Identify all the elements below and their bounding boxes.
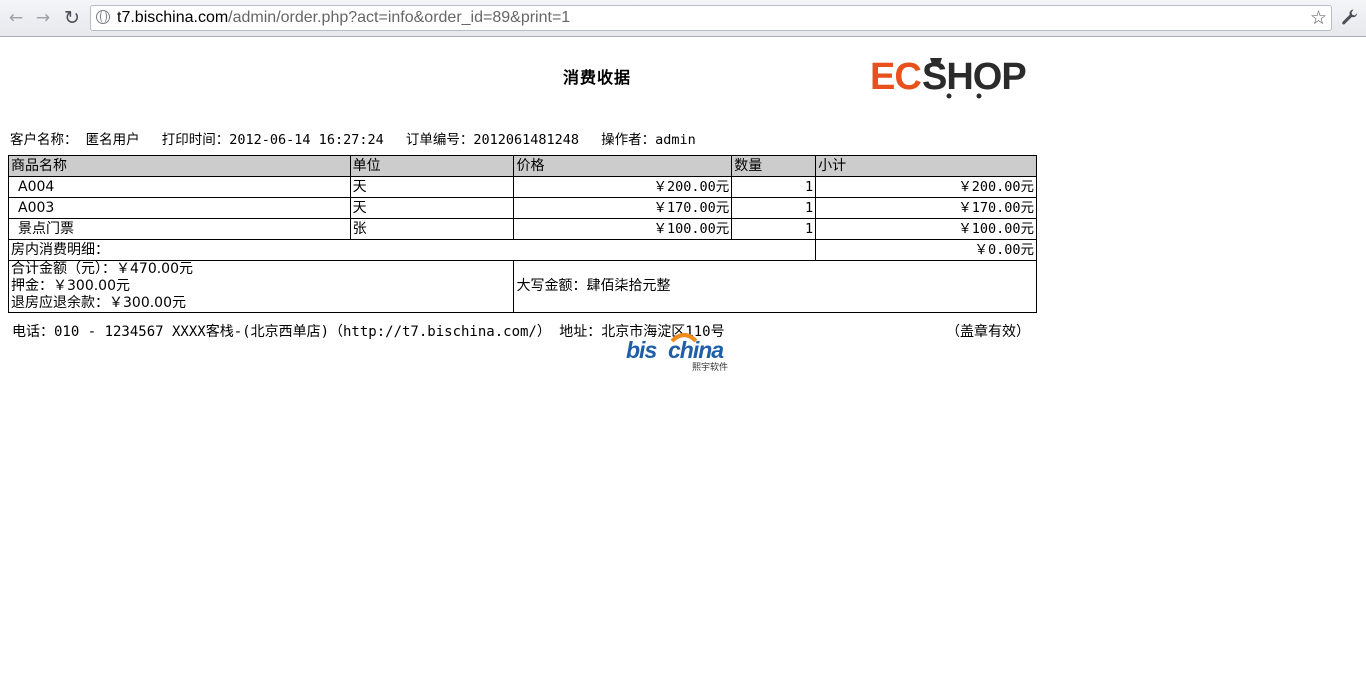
item-name: A004 <box>8 176 351 198</box>
print-time-field: 打印时间：2012-06-14 16:27:24 <box>162 132 384 148</box>
globe-icon <box>96 10 110 24</box>
room-detail-row: 房内消费明细： ￥0.00元 <box>7 239 1037 261</box>
print-time-label: 打印时间： <box>161 132 230 148</box>
order-info-line: 客户名称： 匿名用户 打印时间：2012-06-14 16:27:24 订单编号… <box>10 128 710 148</box>
customer-label: 客户名称： <box>10 132 78 148</box>
bischina-logo: bis china 熙宇软件 <box>626 333 728 371</box>
bookmark-star-icon[interactable]: ☆ <box>1310 7 1327 29</box>
wrench-menu-icon[interactable] <box>1340 8 1360 28</box>
svg-text:bis: bis <box>626 337 656 363</box>
capital-amount: 大写金额：肆佰柒拾元整 <box>513 260 1037 313</box>
address-bar[interactable]: t7.bischina.com/admin/order.php?act=info… <box>90 5 1332 31</box>
operator-label: 操作者： <box>601 132 656 148</box>
bischina-logo-subtitle: 熙宇软件 <box>692 361 728 371</box>
item-price: ￥100.00元 <box>513 218 733 240</box>
item-subtotal: ￥170.00元 <box>815 197 1037 219</box>
col-header-subtotal: 小计 <box>815 155 1037 177</box>
receipt-table: 商品名称 单位 价格 数量 小计 A004 天 ￥200.00元 1 ￥200.… <box>7 155 1037 313</box>
item-price: ￥200.00元 <box>513 176 733 198</box>
col-header-name: 商品名称 <box>8 155 351 177</box>
wrench-icon <box>1342 9 1358 25</box>
col-header-qty: 数量 <box>731 155 817 177</box>
forward-arrow-icon[interactable]: → <box>32 8 54 28</box>
operator-field: 操作者：admin <box>601 132 696 148</box>
table-row: A003 天 ￥170.00元 1 ￥170.00元 <box>8 197 1037 219</box>
reload-icon[interactable]: ↻ <box>61 8 83 28</box>
item-unit: 张 <box>349 218 515 240</box>
room-detail-label: 房内消费明细： <box>7 239 817 261</box>
totals-row: 合计金额（元）：￥470.00元 押金：￥300.00元 退房应退余款：￥300… <box>7 260 1037 313</box>
receipt-title: 消费收据 <box>563 68 632 87</box>
customer-value: 匿名用户 <box>85 132 140 148</box>
customer-field: 客户名称： 匿名用户 <box>10 132 140 148</box>
order-no-label: 订单编号： <box>405 132 474 148</box>
item-subtotal: ￥200.00元 <box>815 176 1037 198</box>
total-amount: 合计金额（元）：￥470.00元 <box>11 261 193 277</box>
item-subtotal: ￥100.00元 <box>815 218 1037 240</box>
col-header-unit: 单位 <box>349 155 515 177</box>
item-name: 景点门票 <box>8 218 351 240</box>
receipt-footer: 电话：010 - 1234567 XXXX客栈-(北京西单店)（http://t… <box>12 321 1030 341</box>
footer-seal-note: （盖章有效） <box>946 324 1030 340</box>
operator-value: admin <box>655 132 696 148</box>
col-header-price: 价格 <box>513 155 733 177</box>
footer-contact: 电话：010 - 1234567 XXXX客栈-(北京西单店)（http://t… <box>12 324 725 340</box>
table-row: 景点门票 张 ￥100.00元 1 ￥100.00元 <box>8 218 1037 240</box>
totals-cell: 合计金额（元）：￥470.00元 押金：￥300.00元 退房应退余款：￥300… <box>7 260 515 313</box>
svg-text:EC: EC <box>870 56 921 98</box>
item-unit: 天 <box>349 197 515 219</box>
deposit-amount: 押金：￥300.00元 <box>11 278 130 294</box>
item-unit: 天 <box>349 176 515 198</box>
item-qty: 1 <box>731 176 817 198</box>
refund-amount: 退房应退余款：￥300.00元 <box>11 295 186 311</box>
order-no-field: 订单编号：2012061481248 <box>406 132 579 148</box>
back-arrow-icon[interactable]: ← <box>5 8 27 28</box>
table-header-row: 商品名称 单位 价格 数量 小计 <box>8 155 1037 177</box>
print-time-value: 2012-06-14 16:27:24 <box>229 132 384 148</box>
table-row: A004 天 ￥200.00元 1 ￥200.00元 <box>8 176 1037 198</box>
item-price: ￥170.00元 <box>513 197 733 219</box>
browser-toolbar: ← → ↻ t7.bischina.com/admin/order.php?ac… <box>0 0 1366 37</box>
item-qty: 1 <box>731 197 817 219</box>
svg-text:china: china <box>668 337 724 363</box>
room-detail-value: ￥0.00元 <box>815 239 1037 261</box>
item-qty: 1 <box>731 218 817 240</box>
url-text[interactable]: t7.bischina.com/admin/order.php?act=info… <box>117 9 570 27</box>
item-name: A003 <box>8 197 351 219</box>
url-host: t7.bischina.com <box>117 9 229 26</box>
ecshop-logo: EC SHOP <box>870 56 1027 99</box>
order-no-value: 2012061481248 <box>473 132 580 148</box>
url-path: /admin/order.php?act=info&order_id=89&pr… <box>228 9 571 26</box>
